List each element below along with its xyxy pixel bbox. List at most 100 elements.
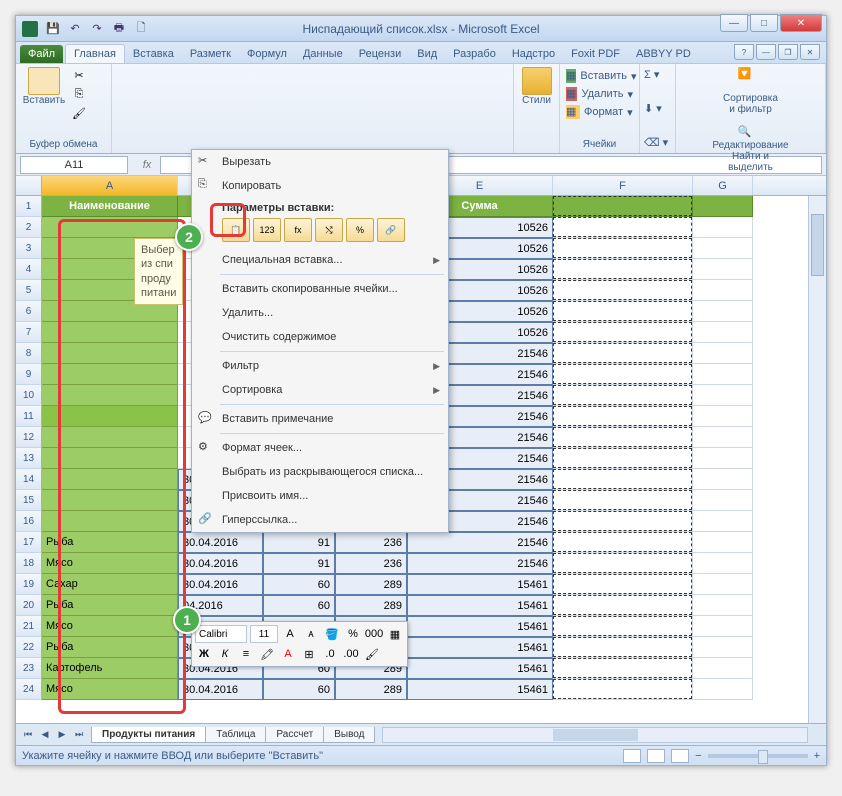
cell[interactable]: [553, 469, 693, 490]
cell[interactable]: [693, 595, 753, 616]
workbook-close[interactable]: ✕: [800, 44, 820, 60]
grow-font-icon[interactable]: A: [281, 625, 299, 643]
cell[interactable]: 289: [335, 595, 407, 616]
row-header[interactable]: 10: [16, 385, 42, 406]
cell[interactable]: 21546: [407, 532, 553, 553]
col-header-F[interactable]: F: [553, 176, 693, 195]
sheet-tab[interactable]: Рассчет: [265, 727, 324, 743]
italic-icon[interactable]: К: [216, 645, 234, 663]
cell[interactable]: 236: [335, 532, 407, 553]
paste-transpose-button[interactable]: ⤭: [315, 218, 343, 242]
tab-developer[interactable]: Разрабо: [445, 45, 504, 63]
cells-format[interactable]: ▦Формат ▾: [566, 103, 633, 121]
paste-button[interactable]: Вставить: [22, 67, 66, 121]
next-sheet-icon[interactable]: ▶: [54, 727, 70, 743]
cell[interactable]: [553, 343, 693, 364]
save-icon[interactable]: 💾: [44, 20, 62, 38]
tab-addins[interactable]: Надстро: [504, 45, 563, 63]
cell[interactable]: [553, 322, 693, 343]
row-header[interactable]: 5: [16, 280, 42, 301]
col-header-G[interactable]: G: [693, 176, 753, 195]
cell[interactable]: [553, 385, 693, 406]
cell[interactable]: [553, 658, 693, 679]
cell[interactable]: [693, 322, 753, 343]
tab-foxit[interactable]: Foxit PDF: [563, 45, 628, 63]
fill-color-icon[interactable]: 🪣: [323, 625, 341, 643]
shrink-font-icon[interactable]: ᴀ: [302, 625, 320, 643]
cell[interactable]: [553, 679, 693, 700]
cell[interactable]: [553, 553, 693, 574]
font-size[interactable]: 11: [250, 625, 278, 643]
cell[interactable]: [693, 427, 753, 448]
cell[interactable]: [553, 259, 693, 280]
fx-button[interactable]: fx: [138, 156, 156, 174]
cell[interactable]: [693, 532, 753, 553]
cells-delete[interactable]: ▦Удалить ▾: [566, 85, 633, 103]
row-header[interactable]: 2: [16, 217, 42, 238]
cell[interactable]: [693, 259, 753, 280]
cell[interactable]: [553, 595, 693, 616]
row-header[interactable]: 1: [16, 196, 42, 217]
row-header[interactable]: 22: [16, 637, 42, 658]
page-layout-icon[interactable]: [647, 749, 665, 763]
zoom-out-icon[interactable]: −: [695, 750, 701, 762]
cell[interactable]: 91: [263, 532, 335, 553]
border-icon[interactable]: ⊞: [300, 645, 318, 663]
cm-define-name[interactable]: Присвоить имя...: [192, 484, 448, 508]
tab-file[interactable]: Файл: [20, 45, 63, 63]
cell[interactable]: [553, 511, 693, 532]
cm-delete[interactable]: Удалить...: [192, 301, 448, 325]
cell[interactable]: 15461: [407, 637, 553, 658]
cell[interactable]: [693, 490, 753, 511]
cell[interactable]: [693, 280, 753, 301]
cm-hyperlink[interactable]: 🔗Гиперссылка...: [192, 508, 448, 532]
normal-view-icon[interactable]: [623, 749, 641, 763]
sort-filter-button[interactable]: 🔽 Сортировка и фильтр: [720, 67, 782, 115]
paste-values-button[interactable]: 123: [253, 218, 281, 242]
cell[interactable]: 15461: [407, 595, 553, 616]
cell[interactable]: [553, 574, 693, 595]
tab-data[interactable]: Данные: [295, 45, 351, 63]
cell[interactable]: [693, 637, 753, 658]
row-header[interactable]: 16: [16, 511, 42, 532]
cell[interactable]: 30.04.2016: [178, 532, 263, 553]
cell[interactable]: 15461: [407, 574, 553, 595]
cell[interactable]: [693, 658, 753, 679]
tab-layout[interactable]: Разметк: [182, 45, 239, 63]
cm-cut[interactable]: ✂Вырезать: [192, 150, 448, 174]
cell[interactable]: [693, 679, 753, 700]
tab-home[interactable]: Главная: [65, 44, 125, 63]
vertical-scrollbar[interactable]: [808, 196, 826, 726]
tab-formulas[interactable]: Формул: [239, 45, 295, 63]
cm-sort[interactable]: Сортировка▶: [192, 378, 448, 402]
help-button[interactable]: ?: [734, 44, 754, 60]
cell[interactable]: 15461: [407, 616, 553, 637]
decimal-inc-icon[interactable]: .0: [321, 645, 339, 663]
sheet-tab[interactable]: Вывод: [323, 727, 375, 743]
tab-abbyy[interactable]: ABBYY PD: [628, 45, 699, 63]
cell[interactable]: [553, 364, 693, 385]
paste-formatting-button[interactable]: %: [346, 218, 374, 242]
row-header[interactable]: 15: [16, 490, 42, 511]
cell[interactable]: 15461: [407, 679, 553, 700]
cut-icon[interactable]: ✂: [70, 67, 88, 83]
row-header[interactable]: 3: [16, 238, 42, 259]
percent-icon[interactable]: %: [344, 625, 362, 643]
format-painter-icon[interactable]: 🖌: [70, 105, 88, 121]
cell[interactable]: [553, 217, 693, 238]
cell[interactable]: [693, 343, 753, 364]
cell[interactable]: 289: [335, 679, 407, 700]
row-header[interactable]: 13: [16, 448, 42, 469]
row-header[interactable]: 21: [16, 616, 42, 637]
last-sheet-icon[interactable]: ⏭: [71, 727, 87, 743]
row-header[interactable]: 18: [16, 553, 42, 574]
cell[interactable]: [693, 574, 753, 595]
clear-button[interactable]: ⌫ ▾: [644, 136, 668, 149]
cell[interactable]: [693, 616, 753, 637]
row-header[interactable]: 20: [16, 595, 42, 616]
row-header[interactable]: 11: [16, 406, 42, 427]
comma-icon[interactable]: 000: [365, 625, 383, 643]
cell[interactable]: [553, 301, 693, 322]
cell[interactable]: [553, 532, 693, 553]
row-header[interactable]: 14: [16, 469, 42, 490]
